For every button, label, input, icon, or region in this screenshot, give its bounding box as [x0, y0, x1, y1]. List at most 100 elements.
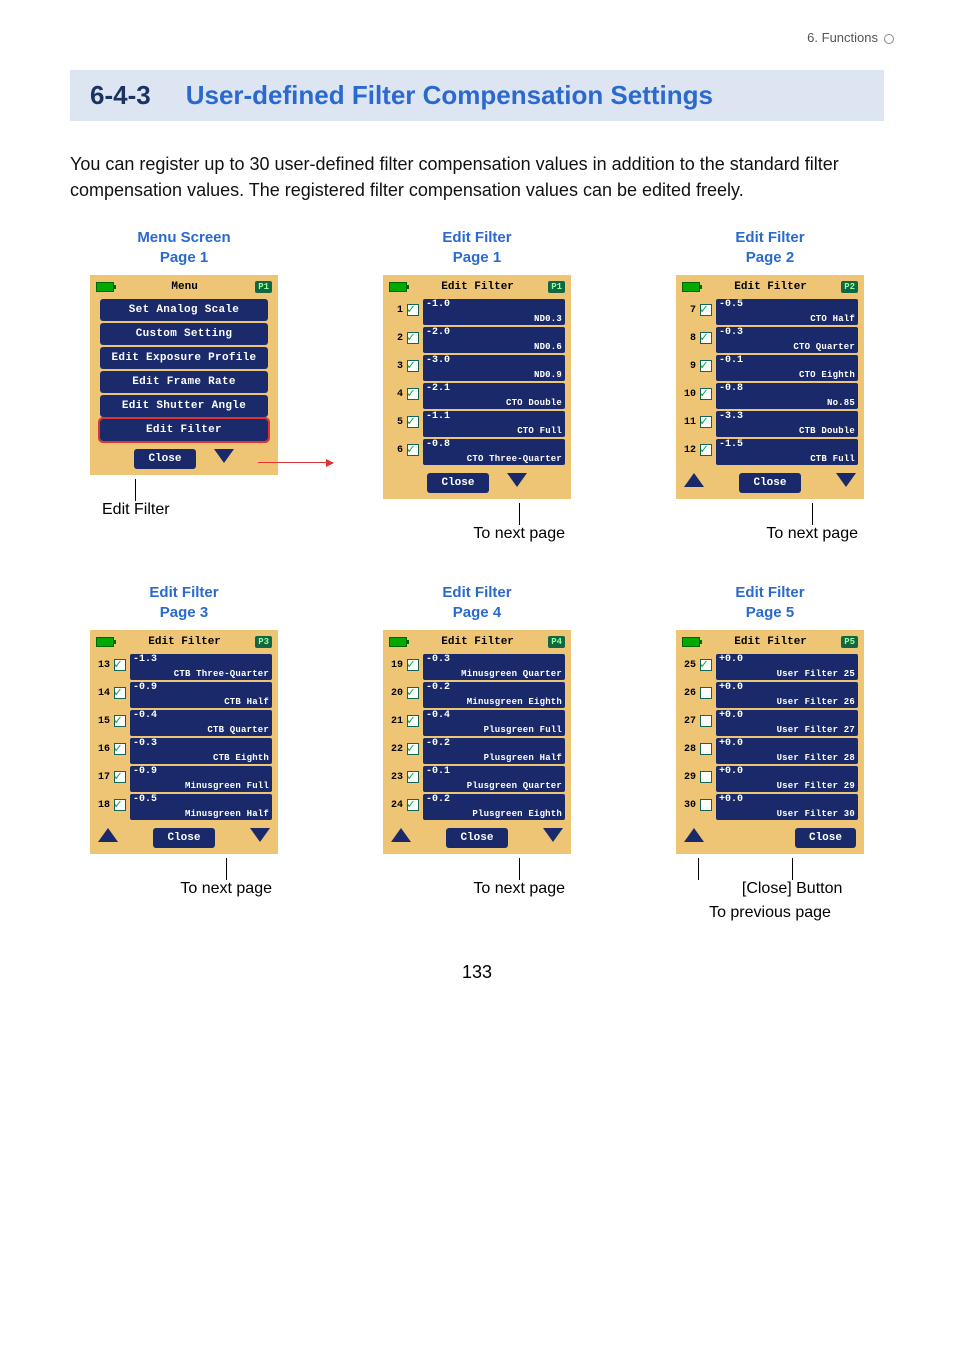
filter-row[interactable]: 4-2.1CTO Double [389, 383, 565, 409]
filter-row[interactable]: 6-0.8CTO Three-Quarter [389, 439, 565, 465]
row-checkbox[interactable] [700, 659, 712, 671]
filter-value-box[interactable]: +0.0User Filter 30 [716, 794, 858, 820]
filter-value-box[interactable]: -0.2Minusgreen Eighth [423, 682, 565, 708]
filter-value-box[interactable]: -1.5CTB Full [716, 439, 858, 465]
filter-row[interactable]: 10-0.8No.85 [682, 383, 858, 409]
row-checkbox[interactable] [700, 687, 712, 699]
close-button[interactable]: Close [153, 828, 214, 848]
filter-row[interactable]: 29+0.0User Filter 29 [682, 766, 858, 792]
filter-row[interactable]: 17-0.9Minusgreen Full [96, 766, 272, 792]
filter-row[interactable]: 30+0.0User Filter 30 [682, 794, 858, 820]
filter-row[interactable]: 12-1.5CTB Full [682, 439, 858, 465]
prev-page-button[interactable] [684, 828, 704, 842]
filter-value-box[interactable]: -0.3CTB Eighth [130, 738, 272, 764]
row-checkbox[interactable] [700, 304, 712, 316]
menu-item[interactable]: Custom Setting [100, 323, 268, 345]
filter-value-box[interactable]: -0.2Plusgreen Eighth [423, 794, 565, 820]
filter-value-box[interactable]: -0.8No.85 [716, 383, 858, 409]
row-checkbox[interactable] [407, 416, 419, 428]
row-checkbox[interactable] [114, 743, 126, 755]
filter-row[interactable]: 21-0.4Plusgreen Full [389, 710, 565, 736]
filter-row[interactable]: 25+0.0User Filter 25 [682, 654, 858, 680]
row-checkbox[interactable] [114, 771, 126, 783]
filter-value-box[interactable]: -0.3CTO Quarter [716, 327, 858, 353]
filter-row[interactable]: 3-3.0ND0.9 [389, 355, 565, 381]
menu-item[interactable]: Set Analog Scale [100, 299, 268, 321]
next-page-button[interactable] [214, 449, 234, 463]
row-checkbox[interactable] [114, 659, 126, 671]
next-page-button[interactable] [250, 828, 270, 842]
close-button[interactable]: Close [795, 828, 856, 848]
prev-page-button[interactable] [684, 473, 704, 487]
filter-value-box[interactable]: -2.1CTO Double [423, 383, 565, 409]
filter-value-box[interactable]: -1.1CTO Full [423, 411, 565, 437]
next-page-button[interactable] [836, 473, 856, 487]
filter-row[interactable]: 22-0.2Plusgreen Half [389, 738, 565, 764]
filter-row[interactable]: 9-0.1CTO Eighth [682, 355, 858, 381]
row-checkbox[interactable] [407, 659, 419, 671]
row-checkbox[interactable] [114, 687, 126, 699]
filter-value-box[interactable]: -1.3CTB Three-Quarter [130, 654, 272, 680]
filter-row[interactable]: 28+0.0User Filter 28 [682, 738, 858, 764]
filter-value-box[interactable]: +0.0User Filter 28 [716, 738, 858, 764]
row-checkbox[interactable] [114, 799, 126, 811]
row-checkbox[interactable] [407, 771, 419, 783]
row-checkbox[interactable] [700, 332, 712, 344]
filter-value-box[interactable]: +0.0User Filter 25 [716, 654, 858, 680]
filter-row[interactable]: 24-0.2Plusgreen Eighth [389, 794, 565, 820]
filter-row[interactable]: 2-2.0ND0.6 [389, 327, 565, 353]
filter-value-box[interactable]: -0.1CTO Eighth [716, 355, 858, 381]
filter-value-box[interactable]: -0.3Minusgreen Quarter [423, 654, 565, 680]
filter-row[interactable]: 7-0.5CTO Half [682, 299, 858, 325]
row-checkbox[interactable] [700, 388, 712, 400]
prev-page-button[interactable] [391, 828, 411, 842]
row-checkbox[interactable] [407, 332, 419, 344]
row-checkbox[interactable] [700, 360, 712, 372]
filter-row[interactable]: 23-0.1Plusgreen Quarter [389, 766, 565, 792]
row-checkbox[interactable] [407, 360, 419, 372]
next-page-button[interactable] [543, 828, 563, 842]
menu-item[interactable]: Edit Filter [100, 419, 268, 441]
row-checkbox[interactable] [700, 799, 712, 811]
filter-row[interactable]: 8-0.3CTO Quarter [682, 327, 858, 353]
filter-row[interactable]: 26+0.0User Filter 26 [682, 682, 858, 708]
filter-row[interactable]: 14-0.9CTB Half [96, 682, 272, 708]
filter-row[interactable]: 19-0.3Minusgreen Quarter [389, 654, 565, 680]
filter-value-box[interactable]: -0.4CTB Quarter [130, 710, 272, 736]
filter-value-box[interactable]: -0.1Plusgreen Quarter [423, 766, 565, 792]
filter-value-box[interactable]: -0.2Plusgreen Half [423, 738, 565, 764]
row-checkbox[interactable] [700, 444, 712, 456]
filter-row[interactable]: 27+0.0User Filter 27 [682, 710, 858, 736]
filter-value-box[interactable]: +0.0User Filter 26 [716, 682, 858, 708]
filter-value-box[interactable]: -3.3CTB Double [716, 411, 858, 437]
filter-row[interactable]: 1-1.0ND0.3 [389, 299, 565, 325]
filter-row[interactable]: 5-1.1CTO Full [389, 411, 565, 437]
filter-value-box[interactable]: -1.0ND0.3 [423, 299, 565, 325]
filter-value-box[interactable]: -0.9CTB Half [130, 682, 272, 708]
filter-row[interactable]: 13-1.3CTB Three-Quarter [96, 654, 272, 680]
row-checkbox[interactable] [407, 444, 419, 456]
close-button[interactable]: Close [739, 473, 800, 493]
filter-value-box[interactable]: -2.0ND0.6 [423, 327, 565, 353]
filter-value-box[interactable]: -0.5CTO Half [716, 299, 858, 325]
row-checkbox[interactable] [114, 715, 126, 727]
close-button[interactable]: Close [427, 473, 488, 493]
row-checkbox[interactable] [700, 715, 712, 727]
close-button[interactable]: Close [134, 449, 195, 469]
filter-row[interactable]: 16-0.3CTB Eighth [96, 738, 272, 764]
row-checkbox[interactable] [407, 687, 419, 699]
filter-row[interactable]: 18-0.5Minusgreen Half [96, 794, 272, 820]
filter-value-box[interactable]: -0.5Minusgreen Half [130, 794, 272, 820]
next-page-button[interactable] [507, 473, 527, 487]
row-checkbox[interactable] [407, 799, 419, 811]
row-checkbox[interactable] [407, 715, 419, 727]
row-checkbox[interactable] [700, 416, 712, 428]
filter-value-box[interactable]: -0.4Plusgreen Full [423, 710, 565, 736]
menu-item[interactable]: Edit Shutter Angle [100, 395, 268, 417]
row-checkbox[interactable] [407, 304, 419, 316]
row-checkbox[interactable] [700, 743, 712, 755]
filter-row[interactable]: 20-0.2Minusgreen Eighth [389, 682, 565, 708]
close-button[interactable]: Close [446, 828, 507, 848]
filter-row[interactable]: 11-3.3CTB Double [682, 411, 858, 437]
row-checkbox[interactable] [407, 743, 419, 755]
